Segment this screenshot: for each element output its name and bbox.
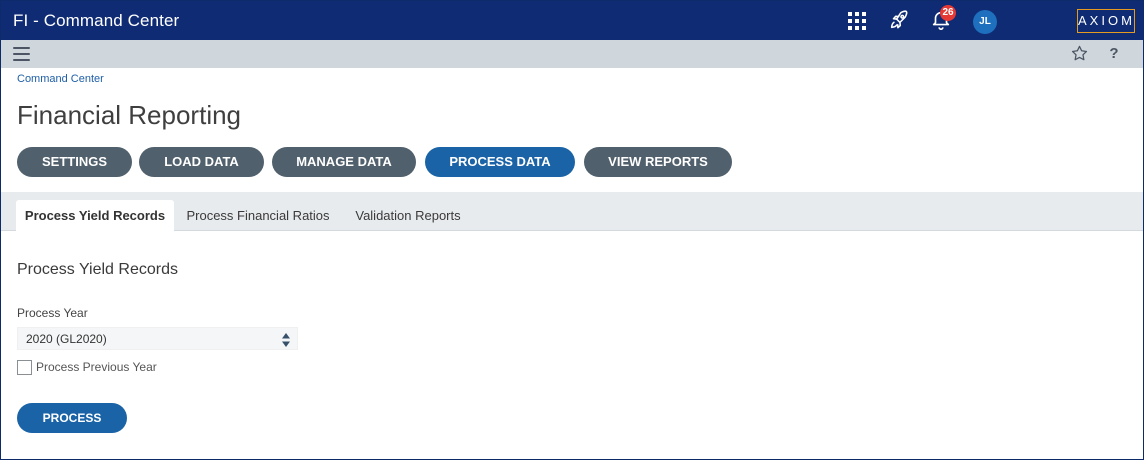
axiom-logo: AXIOM [1077,9,1135,33]
help-icon[interactable]: ? [1106,44,1122,64]
notifications-button[interactable]: 26 [930,5,956,33]
user-avatar[interactable]: JL [973,10,997,34]
process-previous-year-label: Process Previous Year [36,360,157,374]
view-reports-button[interactable]: VIEW REPORTS [584,147,732,177]
section-title: Process Yield Records [17,261,178,278]
load-data-button[interactable]: LOAD DATA [139,147,264,177]
tab-strip: Process Yield Records Process Financial … [1,192,1143,231]
tab-validation-reports[interactable]: Validation Reports [344,200,472,231]
process-previous-year-option[interactable]: Process Previous Year [17,359,157,375]
page-title: Financial Reporting [17,100,242,130]
tab-process-yield-records[interactable]: Process Yield Records [16,200,174,231]
process-data-button[interactable]: PROCESS DATA [425,147,575,177]
process-year-select[interactable]: 2020 (GL2020) [17,327,298,350]
settings-button[interactable]: SETTINGS [17,147,132,177]
process-previous-year-checkbox[interactable] [17,359,32,375]
manage-data-button[interactable]: MANAGE DATA [272,147,416,177]
tab-process-financial-ratios[interactable]: Process Financial Ratios [178,200,338,231]
process-button[interactable]: PROCESS [17,403,127,433]
process-year-label: Process Year [17,306,88,320]
sub-toolbar: ? [1,40,1143,68]
select-arrows-icon [282,333,290,347]
apps-grid-icon[interactable] [848,12,866,30]
menu-icon[interactable] [13,47,30,61]
app-title: FI - Command Center [13,11,180,30]
breadcrumb-command-center[interactable]: Command Center [17,73,104,85]
star-icon[interactable] [1070,44,1089,63]
rocket-icon[interactable] [888,9,910,31]
notification-count-badge: 26 [940,5,956,21]
process-year-value: 2020 (GL2020) [26,332,107,346]
app-window: FI - Command Center 26 JL AXIOM ? Comman… [0,0,1144,460]
top-header: FI - Command Center 26 JL AXIOM [1,1,1143,40]
